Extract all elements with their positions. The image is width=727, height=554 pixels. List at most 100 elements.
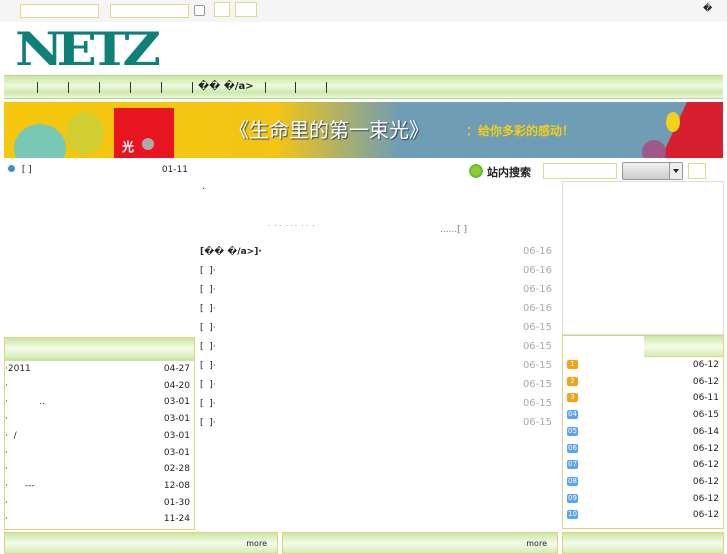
left-list-box: ·2011 04-27 · 04-20 · .. 03-01 · 03-01 · /03-01 ·…	[4, 337, 195, 530]
site-logo[interactable]: NETZ	[15, 26, 161, 72]
item-date: 11-24	[163, 514, 190, 525]
box-header	[5, 338, 194, 358]
item-title[interactable]: ·	[5, 498, 8, 508]
remember-checkbox[interactable]	[194, 5, 205, 16]
search-label: 站内搜索	[487, 166, 531, 179]
list-item[interactable]: [ ]· 06-15	[200, 358, 556, 374]
rank-badge-icon: 2	[567, 376, 578, 386]
list-item[interactable]: · --- 12-08	[5, 478, 194, 494]
list-item[interactable]: [ ]· 06-16	[200, 301, 556, 317]
list-item[interactable]: 08 06-12	[563, 474, 723, 490]
ranking-tab[interactable]	[563, 336, 644, 357]
item-title[interactable]: [ ]·	[200, 304, 216, 314]
password-input[interactable]	[110, 4, 189, 18]
item-title[interactable]: [ ]·	[200, 323, 216, 333]
list-item[interactable]: 2 06-12	[563, 374, 723, 390]
item-date: 01-30	[163, 497, 190, 508]
item-title[interactable]: · /	[5, 431, 17, 441]
rank-badge-icon: 09	[567, 493, 578, 503]
read-more-link[interactable]: ......[ ]	[440, 225, 467, 235]
item-title[interactable]: ·	[5, 381, 8, 391]
item-title[interactable]: ·2011	[5, 364, 31, 374]
item-date: 06-15	[522, 379, 552, 390]
list-item[interactable]: [ ]· 06-15	[200, 339, 556, 355]
bottom-box-3-header	[562, 532, 724, 554]
username-input[interactable]	[20, 4, 99, 18]
item-title[interactable]: ·	[5, 464, 8, 474]
search-button[interactable]	[688, 163, 706, 179]
list-item[interactable]: 10 06-12	[563, 507, 723, 523]
more-link[interactable]: more	[526, 539, 547, 548]
list-item[interactable]: 3 06-11	[563, 390, 723, 406]
list-item[interactable]: [ ]· 06-15	[200, 377, 556, 393]
item-date: 06-12	[692, 476, 719, 487]
announcement-title[interactable]: [ ]	[22, 165, 32, 175]
item-date: 06-14	[692, 426, 719, 437]
item-date: 06-16	[522, 303, 552, 314]
search-input[interactable]	[543, 163, 617, 179]
item-date: 06-16	[522, 265, 552, 276]
rank-badge-icon: 1	[567, 360, 578, 369]
banner[interactable]: 光 《生命里的第一束光》 ：给你多彩的感动！	[4, 102, 723, 158]
list-item[interactable]: 09 06-12	[563, 491, 723, 507]
item-title[interactable]: · ..	[5, 397, 45, 407]
item-title[interactable]: · ---	[5, 481, 35, 491]
item-title[interactable]: ·	[5, 514, 8, 524]
item-date: 06-11	[692, 393, 719, 404]
item-date: 03-01	[163, 414, 190, 425]
item-date: 06-15	[522, 360, 552, 371]
item-date: 06-15	[522, 417, 552, 428]
item-title[interactable]: [ ]·	[200, 285, 216, 295]
login-button[interactable]	[214, 2, 230, 17]
item-title[interactable]: [ ]·	[200, 266, 216, 276]
list-item[interactable]: · 11-24	[5, 511, 194, 527]
top-right-link[interactable]: �	[703, 4, 712, 14]
box-header	[563, 336, 723, 357]
item-title[interactable]: [ ]·	[200, 399, 216, 409]
list-item[interactable]: 07 06-12	[563, 457, 723, 473]
list-item[interactable]: · 02-28	[5, 461, 194, 477]
list-item[interactable]: [ ]· 06-16	[200, 263, 556, 279]
rank-badge-icon: 05	[567, 426, 578, 436]
bottom-box-2-header: more	[282, 532, 558, 554]
list-item[interactable]: 06 06-12	[563, 441, 723, 457]
list-item[interactable]: [ ]· 06-15	[200, 320, 556, 336]
item-title[interactable]: ·	[5, 414, 8, 424]
right-panel	[562, 181, 724, 335]
list-item[interactable]: · 04-20	[5, 378, 194, 394]
item-date: 06-15	[522, 341, 552, 352]
item-title[interactable]: [ ]·	[200, 418, 216, 428]
rank-badge-icon: 3	[567, 393, 578, 403]
list-item[interactable]: 1 06-12	[563, 357, 723, 373]
list-item[interactable]: 05 06-14	[563, 424, 723, 440]
list-item[interactable]: · 03-01	[5, 445, 194, 461]
item-title[interactable]: [�� �/a>]·	[200, 247, 262, 257]
nav-item[interactable]: �� �/a>	[198, 81, 254, 92]
item-title[interactable]: ·	[5, 448, 8, 458]
announcement-row[interactable]: [ ] 01-11	[4, 162, 192, 178]
rank-badge-icon: 04	[567, 410, 578, 420]
banner-subtitle: ：给你多彩的感动！	[466, 124, 575, 138]
list-item[interactable]: [ ]· 06-15	[200, 415, 556, 431]
item-date: 03-01	[163, 397, 190, 408]
list-item[interactable]: [ ]· 06-16	[200, 282, 556, 298]
more-link[interactable]: more	[246, 539, 267, 548]
register-button[interactable]	[235, 2, 257, 17]
list-item[interactable]: · .. 03-01	[5, 394, 194, 410]
chevron-down-icon	[669, 163, 682, 179]
item-title[interactable]: [ ]·	[200, 380, 216, 390]
list-item[interactable]: · / 03-01	[5, 428, 194, 444]
ranking-box: 1 06-12 2 06-12 3 06-11 04 06-15 05 06-14 06 06-12 0…	[562, 335, 724, 529]
item-date: 04-27	[163, 364, 190, 374]
list-item[interactable]: ·2011 04-27	[5, 361, 194, 377]
list-item[interactable]: · 03-01	[5, 411, 194, 427]
list-item[interactable]: 04 06-15	[563, 407, 723, 423]
top-bar: �	[0, 0, 727, 22]
list-item[interactable]: [ ]· 06-15	[200, 396, 556, 412]
item-title[interactable]: [ ]·	[200, 361, 216, 371]
list-item[interactable]: · 01-30	[5, 495, 194, 511]
item-date: 06-12	[692, 493, 719, 504]
item-title[interactable]: [ ]·	[200, 342, 216, 352]
list-item[interactable]: [�� �/a>]· 06-16	[200, 244, 556, 260]
search-category-select[interactable]	[622, 162, 683, 180]
